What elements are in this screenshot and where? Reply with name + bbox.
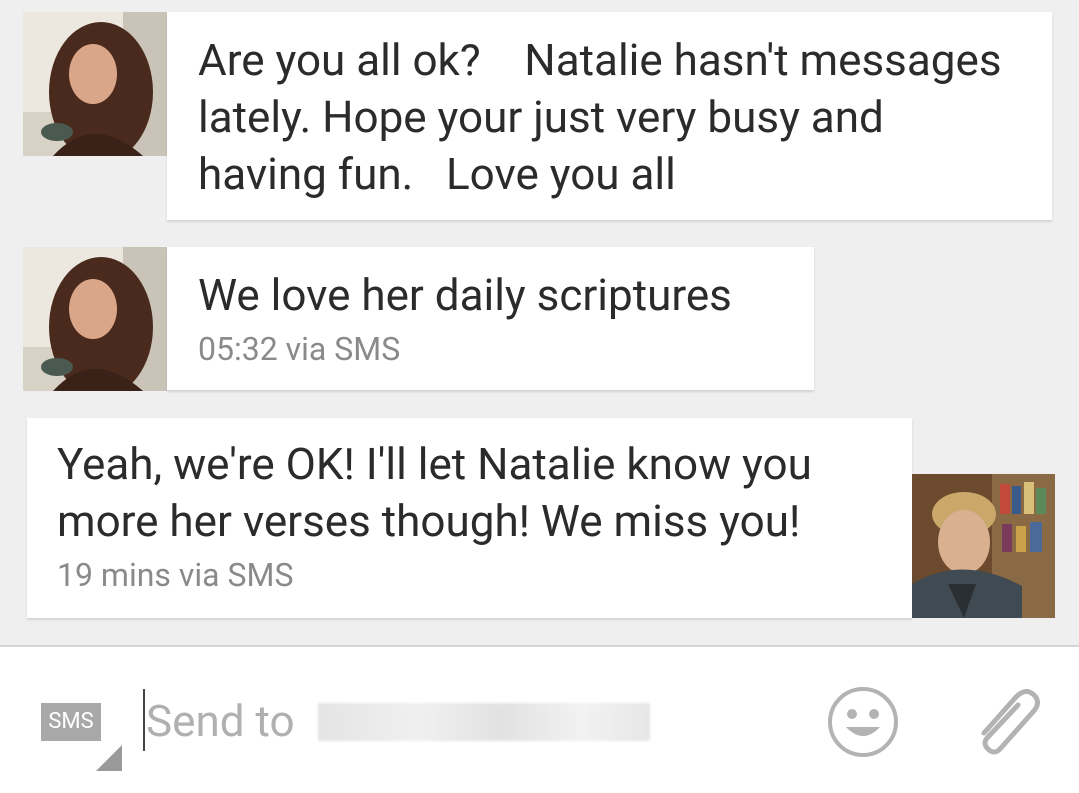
message-timestamp: 05:32 via SMS	[198, 330, 401, 368]
sms-mode-badge[interactable]: SMS	[41, 703, 101, 741]
contact-avatar[interactable]	[23, 247, 167, 391]
sms-mode-dropdown-icon[interactable]	[96, 745, 122, 771]
recipient-number-redacted	[318, 703, 650, 741]
contact-avatar[interactable]	[23, 12, 167, 156]
message-bubble[interactable]: We love her daily scriptures 05:32 via S…	[167, 247, 814, 390]
message-bubble[interactable]: Yeah, we're OK! I'll let Natalie know yo…	[27, 418, 912, 618]
attachment-icon[interactable]	[972, 683, 1044, 763]
emoji-icon[interactable]	[826, 685, 900, 763]
message-text: We love her daily scriptures	[198, 269, 732, 321]
message-bubble[interactable]: Are you all ok? Natalie hasn't messages …	[167, 12, 1052, 220]
text-cursor	[143, 689, 145, 751]
message-timestamp: 19 mins via SMS	[57, 556, 294, 594]
message-text: Are you all ok? Natalie hasn't messages …	[198, 34, 1013, 200]
message-text: Yeah, we're OK! I'll let Natalie know yo…	[57, 438, 823, 547]
self-photo	[912, 474, 1055, 618]
self-avatar[interactable]	[912, 474, 1055, 618]
message-input[interactable]: Send to	[146, 695, 295, 747]
composer-bar: SMS Send to	[0, 645, 1079, 793]
contact-photo	[23, 247, 167, 391]
contact-photo	[23, 12, 167, 156]
